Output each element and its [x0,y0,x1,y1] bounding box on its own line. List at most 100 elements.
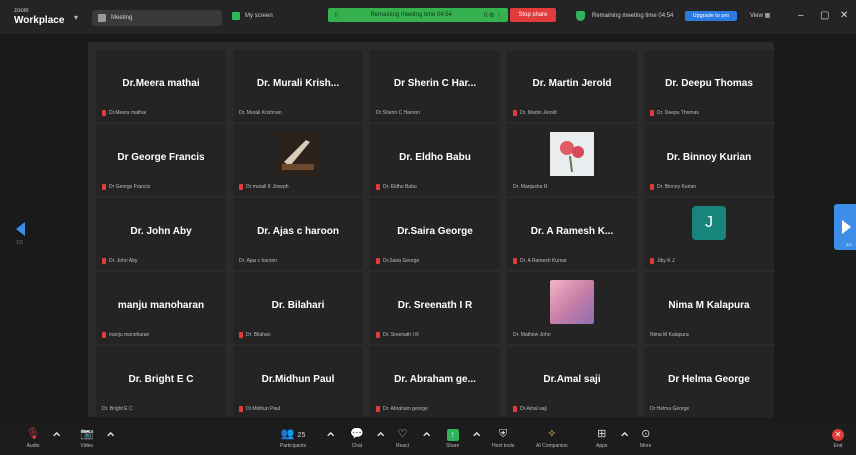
maximize-icon[interactable]: ▢ [820,10,829,21]
participant-tile[interactable]: Dr.Meera mathai Dr.Meera mathai [96,50,226,122]
participant-tile[interactable]: Dr Sherin C Har... Dr Sherin C Haroon [370,50,500,122]
participant-label: Dr. Manjusha R [513,184,547,190]
audio-options-chevron-icon[interactable]: ⌃ [50,429,63,449]
participant-avatar [276,132,320,176]
video-options-chevron-icon[interactable]: ⌃ [104,429,117,449]
next-page-button[interactable]: 2/2 [834,204,856,250]
participant-label: Dr. Binnoy Kurian [650,184,696,190]
participant-avatar-initial: J [692,206,726,240]
participant-label-text: Dr Helma George [650,406,690,412]
chevron-down-icon[interactable]: ▾ [74,13,78,22]
participant-label: Jiby K J [650,258,675,264]
share-chevron-icon[interactable]: ⌃ [470,429,483,449]
participant-tile[interactable]: manju manoharan manju manoharan [96,272,226,344]
participant-tile[interactable]: J Jiby K J [644,198,774,270]
apps-button[interactable]: ⊞ Apps [596,427,607,449]
participant-tile[interactable]: Dr. Mathew John [507,272,637,344]
share-status-pill[interactable]: ⠿ Remaining meeting time 04:54 II ⚙ ⋮ [328,8,508,22]
share-button[interactable]: ↑ Share [446,427,459,449]
chat-chevron-icon[interactable]: ⌃ [374,429,387,449]
participant-name: Dr. Ajas c haroon [257,226,339,237]
participant-label-text: Dr. Manjusha R [513,184,548,190]
participants-button[interactable]: 👥 25 Participants [280,427,306,449]
mic-muted-icon [513,110,517,116]
more-button[interactable]: ⊙ More [640,427,651,449]
audio-button[interactable]: 🎙 Audio [26,427,40,449]
chat-button[interactable]: 💬 Chat [350,427,364,449]
participant-tile[interactable]: Dr. Ajas c haroon Dr. Ajas c haroon [233,198,363,270]
mic-muted-icon [102,110,106,116]
minimize-icon[interactable]: – [798,10,804,21]
more-icon: ⊙ [641,428,651,440]
participant-tile[interactable]: Dr. Abraham ge... Dr. Abraham george [370,346,500,418]
participant-tile[interactable]: Dr.Saira George Dr.Saira George [370,198,500,270]
participant-tile[interactable]: Dr. Sreenath I R Dr. Sreenath I R [370,272,500,344]
participant-label: Dr Helma George [650,406,689,412]
participant-tile[interactable]: Dr. Manjusha R [507,124,637,196]
close-icon[interactable]: ✕ [840,10,848,21]
participant-tile[interactable]: Dr.Amal saji Dr.Amal saji [507,346,637,418]
stop-share-button[interactable]: Stop share [510,8,556,22]
share-controls[interactable]: II ⚙ ⋮ [484,12,502,19]
previous-page-icon[interactable] [16,222,25,236]
tab-meeting[interactable]: Meeting [92,10,222,26]
participant-tile[interactable]: Dr. John Aby Dr. John Aby [96,198,226,270]
next-page-icon [842,220,851,234]
remaining-time-text: Remaining meeting time 04:54 [592,13,674,19]
participant-label: Dr. Mathew John [513,332,551,338]
participants-chevron-icon[interactable]: ⌃ [324,429,337,449]
host-tools-button[interactable]: ⛨ Host tools [492,427,514,449]
end-icon: ✕ [832,429,844,441]
participant-tile[interactable]: Dr. Bright E C Dr. Bright E C [96,346,226,418]
participant-tile[interactable]: Dr. Binnoy Kurian Dr. Binnoy Kurian [644,124,774,196]
participant-name: Dr. Binnoy Kurian [666,152,752,163]
react-label: React [396,443,410,449]
participant-tile[interactable]: Dr murali K Joseph [233,124,363,196]
participant-tile[interactable]: Dr.Midhun Paul Dr.Midhun Paul [233,346,363,418]
participant-tile[interactable]: Dr. Bilahari Dr. Bilahari [233,272,363,344]
participant-tile[interactable]: Dr. A Ramesh K... Dr. A Ramesh Kumar [507,198,637,270]
participant-tile[interactable]: Dr. Eldho Babu Dr. Eldho Babu [370,124,500,196]
participant-name: Dr.Meera mathai [122,78,200,89]
participant-label: Dr. Deepu Thomas [650,110,699,116]
participant-avatar [550,280,594,324]
view-button[interactable]: View ▦ [750,12,770,19]
participant-name: Dr. Eldho Babu [399,152,471,163]
participant-tile[interactable]: Dr. Martin Jerold Dr. Martin Jerold [507,50,637,122]
participant-label: Dr Sherin C Haroon [376,110,420,116]
participant-label-text: Dr murali K Joseph [246,184,289,190]
participant-tile[interactable]: Dr George Francis Dr George Francis [96,124,226,196]
react-button[interactable]: ♡ React [396,427,409,449]
upgrade-button[interactable]: Upgrade to pro [685,11,737,21]
grid-icon [98,14,106,22]
participant-label: Dr murali K Joseph [239,184,289,190]
ai-companion-button[interactable]: ✧ AI Companion [536,427,568,449]
participant-tile[interactable]: Dr. Murali Krish... Dr. Murali Krishnan [233,50,363,122]
react-chevron-icon[interactable]: ⌃ [420,429,433,449]
screen-share-icon [232,12,240,20]
end-button[interactable]: ✕ End [832,427,844,449]
participant-name: Nima M Kalapura [668,300,750,311]
participant-label: Dr. Ajas c haroon [239,258,277,264]
participant-label: Dr.Amal saji [513,406,547,412]
sparkle-icon: ✧ [547,428,557,440]
participant-tile[interactable]: Nima M Kalapura Nima M Kalapura [644,272,774,344]
shield-icon[interactable] [576,11,585,21]
participant-label: Dr. Bilahari [239,332,270,338]
more-label: More [640,443,652,449]
participant-tile[interactable]: Dr. Deepu Thomas Dr. Deepu Thomas [644,50,774,122]
drag-handle-icon[interactable]: ⠿ [334,12,338,19]
video-button[interactable]: 📷 Video [80,427,94,449]
participant-label-text: Dr. Ajas c haroon [239,258,278,264]
shield-icon: ⛨ [498,428,508,440]
tab-my-screen[interactable]: My screen [232,12,273,20]
mic-muted-icon [376,406,380,412]
apps-chevron-icon[interactable]: ⌃ [618,429,631,449]
participant-label-text: Dr. Murali Krishnan [239,110,282,116]
page-indicator-left: 1/2 [16,240,23,246]
ai-companion-label: AI Companion [536,443,568,449]
participant-tile[interactable]: Dr Helma George Dr Helma George [644,346,774,418]
participant-name: Dr. Sreenath I R [397,300,473,311]
participants-label: Participants [280,443,307,449]
share-label: Share [446,443,460,449]
